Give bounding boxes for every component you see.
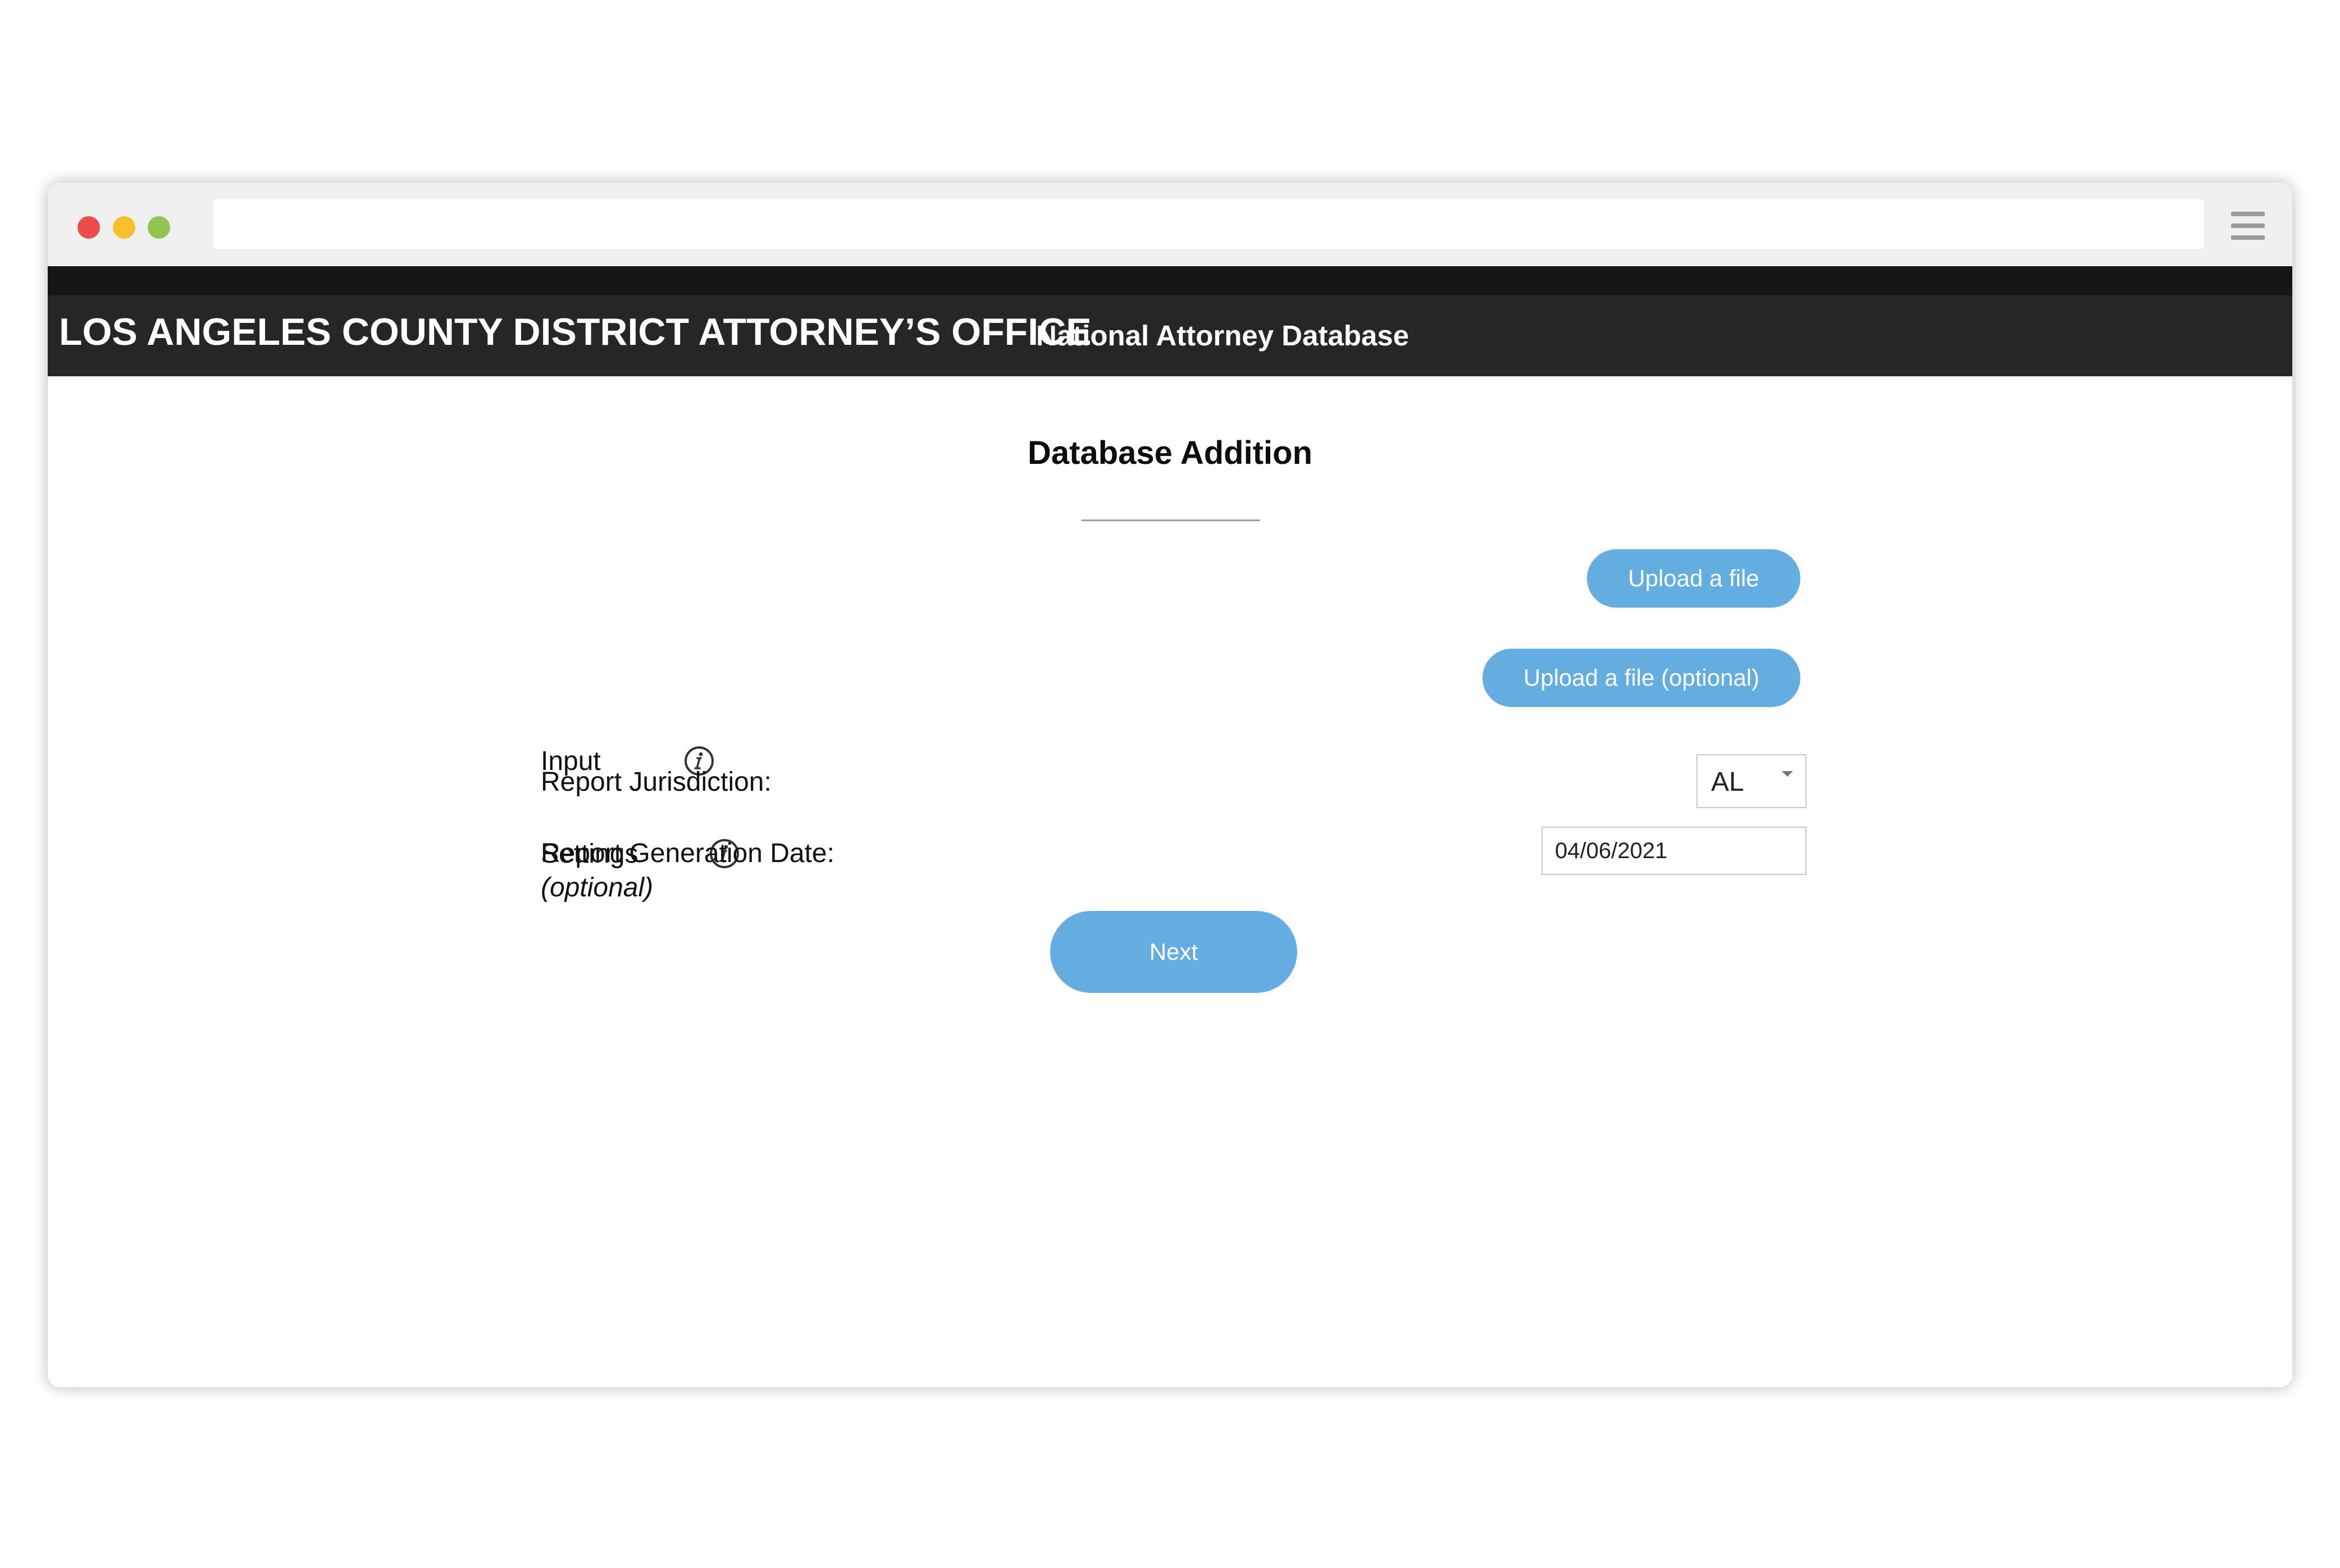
- close-window-button[interactable]: [77, 216, 100, 239]
- chevron-down-icon: [1782, 771, 1793, 777]
- menu-line: [2231, 235, 2265, 240]
- title-divider: [1082, 519, 1260, 521]
- next-button[interactable]: Next: [1050, 911, 1297, 993]
- site-subtitle: National Attorney Database: [1036, 320, 1410, 352]
- jurisdiction-selected-value: AL: [1711, 767, 1744, 797]
- hamburger-menu-icon[interactable]: [2231, 212, 2265, 240]
- browser-window: LOS ANGELES COUNTY DISTRICT ATTORNEY’S O…: [48, 183, 2292, 1387]
- address-bar[interactable]: [213, 199, 2204, 249]
- generation-date-input[interactable]: [1541, 827, 1807, 875]
- jurisdiction-label: Report Jurisdiction:: [541, 767, 772, 797]
- menu-line: [2231, 212, 2265, 216]
- settings-optional-label: (optional): [541, 873, 654, 902]
- upload-input-button[interactable]: Upload a file: [1587, 549, 1800, 608]
- minimize-window-button[interactable]: [113, 216, 135, 239]
- menu-line: [2231, 224, 2265, 228]
- generation-date-label: Report Generation Date:: [541, 838, 834, 868]
- site-header: LOS ANGELES COUNTY DISTRICT ATTORNEY’S O…: [48, 295, 2292, 376]
- top-strip: [48, 266, 2292, 295]
- browser-toolbar: [48, 183, 2292, 266]
- maximize-window-button[interactable]: [148, 216, 170, 239]
- page-title: Database Addition: [1027, 435, 1313, 471]
- jurisdiction-select[interactable]: AL: [1696, 754, 1807, 808]
- site-title: LOS ANGELES COUNTY DISTRICT ATTORNEY’S O…: [59, 311, 1092, 353]
- upload-settings-button[interactable]: Upload a file (optional): [1483, 649, 1800, 707]
